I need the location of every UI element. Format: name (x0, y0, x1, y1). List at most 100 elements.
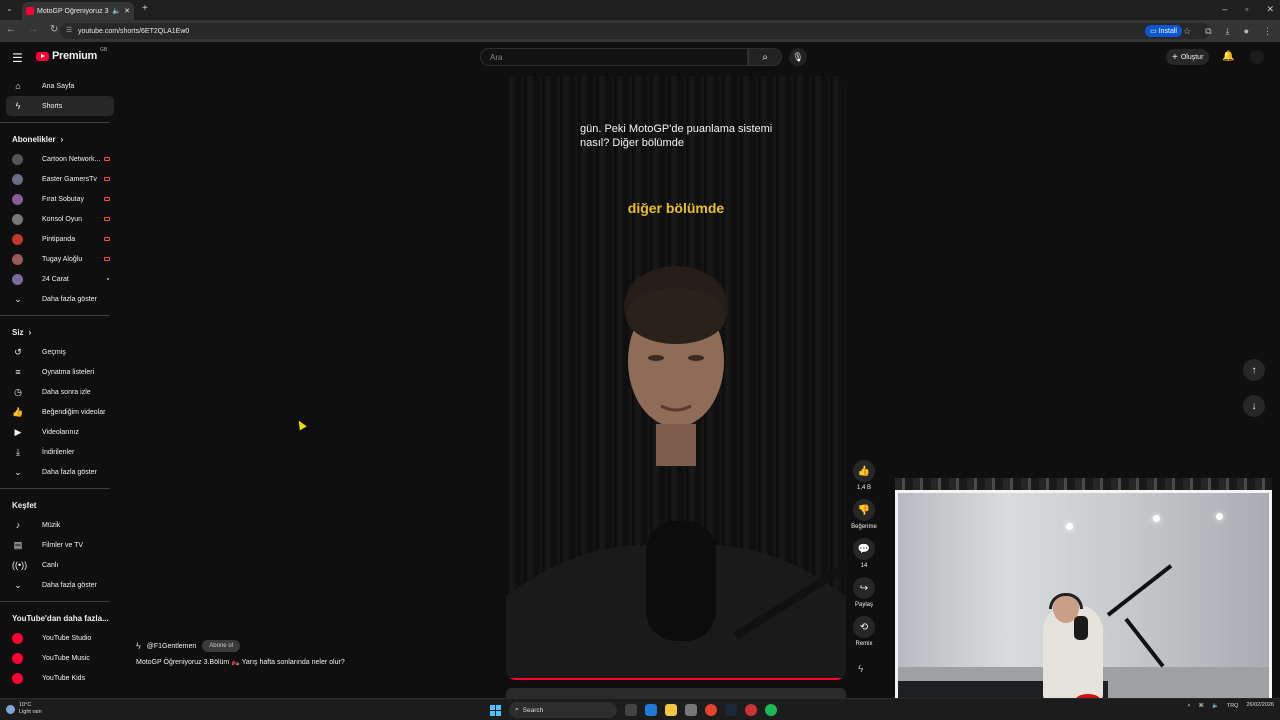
profile-icon[interactable]: ● (1244, 26, 1249, 37)
tab-close-icon[interactable]: ✕ (124, 7, 130, 15)
show-more-you[interactable]: ⌄ Daha fazla göster (6, 462, 114, 482)
sidebar-item-watch-later[interactable]: ◷ Daha sonra izle (6, 382, 114, 402)
search-input[interactable]: Ara (480, 48, 748, 66)
sidebar-item-youtube-music[interactable]: YouTube Music (6, 648, 114, 668)
sidebar-item-youtube-studio[interactable]: YouTube Studio (6, 628, 114, 648)
sidebar-item-youtube-kids[interactable]: YouTube Kids (6, 668, 114, 688)
sidebar-item-downloads[interactable]: ⤓ İndirilenler (6, 442, 114, 462)
minimize-icon[interactable]: – (1222, 4, 1227, 15)
sidebar-item-subscription[interactable]: Tugay Aloğlu (6, 249, 114, 269)
next-short-preview[interactable] (506, 688, 846, 698)
channel-logo-icon[interactable]: ϟ (858, 664, 870, 676)
steam-icon[interactable] (725, 704, 737, 716)
volume-icon[interactable]: 🔈 (1212, 703, 1219, 709)
task-view-icon[interactable] (625, 704, 637, 716)
comment-button[interactable]: 💬 (853, 538, 875, 560)
back-icon[interactable]: ← (6, 24, 16, 35)
section-you[interactable]: Siz › (0, 322, 120, 342)
sidebar-item-playlists[interactable]: ≡ Oynatma listeleri (6, 362, 114, 382)
new-tab-icon[interactable]: + (142, 3, 148, 14)
youtube-premium-logo[interactable]: Premium GB (36, 47, 107, 62)
sidebar-item-subscription[interactable]: Pintipanda (6, 229, 114, 249)
playlist-icon: ≡ (15, 367, 21, 377)
shorts-video-player[interactable]: gün. Peki MotoGP'de puanlama sistemi nas… (506, 76, 846, 680)
channel-avatar-icon[interactable]: ϟ (136, 641, 141, 651)
section-subscriptions[interactable]: Abonelikler › (0, 129, 120, 149)
sidebar-item-subscription[interactable]: Easter GamersTv (6, 169, 114, 189)
browser-tab-bar: ⌄ MotoGP Öğreniyoruz 3.Bö 🔈 ✕ + – ▫ ✕ (0, 0, 1280, 20)
sidebar-item-history[interactable]: ↺ Geçmiş (6, 342, 114, 362)
sidebar-item-shorts[interactable]: ϟ Shorts (6, 96, 114, 116)
video-title[interactable]: MotoGP Öğreniyoruz 3.Bölüm 🏍️ Yarış haft… (136, 658, 345, 666)
chevron-down-icon: ⌄ (14, 293, 22, 304)
spotify-icon[interactable] (765, 704, 777, 716)
voice-search-button[interactable]: 🎙 (789, 48, 807, 66)
maximize-icon[interactable]: ▫ (1245, 4, 1248, 15)
create-button[interactable]: + Oluştur (1166, 49, 1210, 65)
url-bar[interactable]: ☰ youtube.com/shorts/6ET2QLA1Ew0 (60, 23, 1210, 39)
channel-name[interactable]: @F1Gentlemen (147, 643, 197, 650)
like-button[interactable]: 👍 (853, 460, 875, 482)
reload-icon[interactable]: ↻ (50, 24, 58, 35)
sidebar-item-label: Pintipanda (42, 235, 76, 243)
keyboard-language[interactable]: TRQ (1227, 703, 1239, 709)
mouse-cursor-icon (295, 418, 307, 431)
weather-widget[interactable]: 10°C Light rain (6, 702, 42, 716)
hamburger-menu-icon[interactable]: ☰ (12, 51, 23, 65)
show-more-subscriptions[interactable]: ⌄ Daha fazla göster (6, 289, 114, 309)
sidebar-item-label: İndirilenler (42, 448, 75, 456)
tab-search-icon[interactable]: ⌄ (6, 4, 13, 13)
create-label: Oluştur (1180, 53, 1204, 61)
network-icon[interactable]: ⌘ (1198, 703, 1204, 709)
share-icon: ↪ (859, 582, 869, 594)
site-info-icon[interactable]: ☰ (66, 26, 72, 34)
remix-button[interactable]: ⟲ (853, 616, 875, 638)
avatar[interactable] (1250, 50, 1264, 64)
next-short-button[interactable]: ↓ (1243, 395, 1265, 417)
dislike-button[interactable]: 👎 (853, 499, 875, 521)
sidebar-item-subscription[interactable]: Fırat Sobutay (6, 189, 114, 209)
chevron-right-icon: › (28, 327, 32, 337)
sidebar-item-label: Videolarınız (42, 428, 79, 436)
speaker-icon[interactable]: 🔈 (112, 7, 121, 15)
sidebar-item-music[interactable]: ♪ Müzik (6, 515, 114, 535)
history-icon: ↺ (14, 346, 22, 357)
ceiling-light (1153, 515, 1160, 522)
extensions-icon[interactable]: ⧉ (1205, 26, 1211, 37)
sidebar-item-subscription[interactable]: Konsol Oyun (6, 209, 114, 229)
file-explorer-icon[interactable] (665, 704, 677, 716)
downloads-icon[interactable]: ⤓ (1226, 26, 1230, 37)
previous-short-button[interactable]: ↑ (1243, 359, 1265, 381)
sidebar-item-subscription[interactable]: Cartoon Network... (6, 149, 114, 169)
clock[interactable]: 26/02/2026 (1246, 702, 1274, 709)
windows-start-icon[interactable] (490, 704, 501, 716)
subscribe-button[interactable]: Abone ol (202, 640, 240, 652)
show-more-explore[interactable]: ⌄ Daha fazla göster (6, 575, 114, 595)
browser-tab[interactable]: MotoGP Öğreniyoruz 3.Bö 🔈 ✕ (22, 2, 134, 20)
search-button[interactable]: ⌕ (748, 48, 782, 66)
share-button[interactable]: ↪ (853, 577, 875, 599)
notifications-bell-icon[interactable]: 🔔 (1222, 51, 1234, 62)
date: 26/02/2026 (1246, 702, 1274, 708)
chevron-right-icon: › (60, 134, 64, 144)
copilot-icon[interactable] (645, 704, 657, 716)
sidebar-item-movies-tv[interactable]: ▤ Filmler ve TV (6, 535, 114, 555)
forward-icon[interactable]: → (28, 24, 38, 35)
install-button[interactable]: ▭ Install (1145, 25, 1182, 37)
tray-chevron-icon[interactable]: ˄ (1187, 703, 1190, 709)
sidebar-item-liked-videos[interactable]: 👍 Beğendiğim videolar (6, 402, 114, 422)
chrome-icon[interactable] (705, 704, 717, 716)
app-icon[interactable] (745, 704, 757, 716)
store-icon[interactable] (685, 704, 697, 716)
sidebar-item-subscription[interactable]: 24 Carat (6, 269, 114, 289)
sidebar-item-label: YouTube Studio (42, 634, 92, 642)
taskbar-search[interactable]: ⌕ Search (509, 702, 617, 718)
bookmark-star-icon[interactable]: ☆ (1183, 26, 1191, 37)
close-window-icon[interactable]: ✕ (1266, 4, 1274, 15)
sidebar-item-home[interactable]: ⌂ Ana Sayfa (6, 76, 114, 96)
video-progress-bar[interactable] (506, 678, 845, 680)
sidebar-item-your-videos[interactable]: ▶ Videolarınız (6, 422, 114, 442)
sidebar-item-live[interactable]: ((•)) Canlı (6, 555, 114, 575)
remix-action: ⟲ Remix (852, 616, 876, 647)
menu-dots-icon[interactable]: ⋮ (1263, 26, 1272, 37)
